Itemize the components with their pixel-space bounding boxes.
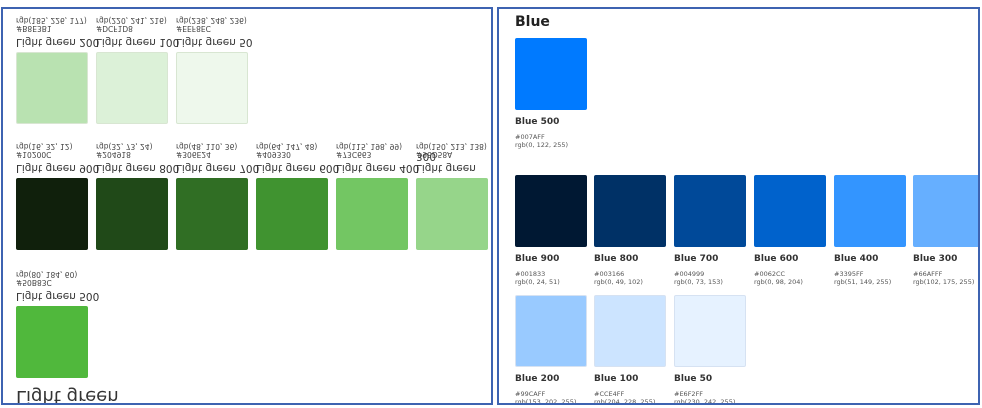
swatch-rgb: rgb(51, 149, 255): [834, 278, 892, 286]
swatch-blue-800[interactable]: [594, 175, 666, 247]
swatch-hex: #004999: [674, 270, 705, 278]
swatch-name: Light green 600: [256, 162, 340, 174]
swatch-rgb: rgb(238, 248, 236): [176, 16, 247, 25]
swatch-name: Blue 600: [754, 254, 799, 264]
swatch-blue-400[interactable]: [834, 175, 906, 247]
swatch-name: Light green 200: [16, 36, 100, 48]
swatch-hex: #73C663: [336, 150, 372, 159]
swatch-name: Blue 700: [674, 254, 719, 264]
swatch-rgb: rgb(0, 98, 204): [754, 278, 803, 286]
swatch-name: Light green 800: [96, 162, 180, 174]
swatch-blue-600[interactable]: [754, 175, 826, 247]
swatch-rgb: rgb(80, 184, 60): [16, 270, 78, 279]
swatch-light-green-200[interactable]: [16, 52, 88, 124]
swatch-rgb: rgb(0, 122, 255): [515, 141, 569, 149]
swatch-rgb: rgb(153, 202, 255): [515, 398, 577, 405]
swatch-light-green-800[interactable]: [96, 178, 168, 250]
swatch-hex: #96D58A: [416, 150, 453, 159]
swatch-hex: #DCF1D8: [96, 24, 133, 33]
swatch-light-green-600[interactable]: [256, 178, 328, 250]
swatch-rgb: rgb(64, 147, 48): [256, 142, 318, 151]
swatch-name: Blue 300: [913, 254, 958, 264]
swatch-hex: #66AFFF: [913, 270, 943, 278]
blue-palette-panel: Blue Blue 500 #007AFF rgb(0, 122, 255) B…: [497, 7, 980, 405]
swatch-hex: #3395FF: [834, 270, 864, 278]
swatch-rgb: rgb(102, 175, 255): [913, 278, 975, 286]
swatch-rgb: rgb(0, 73, 153): [674, 278, 723, 286]
swatch-blue-200[interactable]: [515, 295, 587, 367]
swatch-name: Blue 500: [515, 117, 560, 127]
swatch-light-green-700[interactable]: [176, 178, 248, 250]
group-title: Light green: [16, 386, 119, 405]
swatch-hex: #B8E3B1: [16, 24, 52, 33]
swatch-rgb: rgb(0, 24, 51): [515, 278, 560, 286]
swatch-hex: #001833: [515, 270, 546, 278]
swatch-name: Blue 900: [515, 254, 560, 264]
swatch-rgb: rgb(0, 49, 102): [594, 278, 643, 286]
swatch-hex: #306E24: [176, 150, 211, 159]
swatch-name: Light green 400: [336, 162, 420, 174]
swatch-light-green-50[interactable]: [176, 52, 248, 124]
swatch-blue-100[interactable]: [594, 295, 666, 367]
swatch-blue-50[interactable]: [674, 295, 746, 367]
swatch-rgb: rgb(204, 228, 255): [594, 398, 656, 405]
swatch-name: Light green 100: [96, 36, 180, 48]
swatch-rgb: rgb(220, 241, 216): [96, 16, 167, 25]
swatch-light-green-300[interactable]: [416, 178, 488, 250]
swatch-light-green-100[interactable]: [96, 52, 168, 124]
swatch-name: Blue 200: [515, 374, 560, 384]
swatch-hex: #204918: [96, 150, 131, 159]
light-green-flipped-canvas: Light green Light green 500 #50B83C rgb(…: [3, 9, 491, 403]
swatch-rgb: rgb(185, 226, 177): [16, 16, 87, 25]
swatch-light-green-900[interactable]: [16, 178, 88, 250]
swatch-hex: #0062CC: [754, 270, 786, 278]
swatch-hex: #007AFF: [515, 133, 545, 141]
swatch-hex: #CCE4FF: [594, 390, 625, 398]
swatch-name: Blue 400: [834, 254, 879, 264]
swatch-hex: #50B83C: [16, 278, 52, 287]
swatch-rgb: rgb(230, 242, 255): [674, 398, 736, 405]
swatch-rgb: rgb(48, 110, 36): [176, 142, 238, 151]
swatch-hex: #409330: [256, 150, 291, 159]
swatch-blue-900[interactable]: [515, 175, 587, 247]
swatch-blue-500[interactable]: [515, 38, 587, 110]
swatch-rgb: rgb(150, 213, 138): [416, 142, 487, 151]
swatch-hex: #99CAFF: [515, 390, 546, 398]
swatch-rgb: rgb(16, 32, 12): [16, 142, 73, 151]
group-title: Blue: [515, 14, 550, 30]
swatch-blue-700[interactable]: [674, 175, 746, 247]
swatch-rgb: rgb(32, 73, 24): [96, 142, 153, 151]
swatch-hex: #EEF8EC: [176, 24, 211, 33]
swatch-name: Light green 50: [176, 36, 253, 48]
swatch-rgb: rgb(115, 198, 99): [336, 142, 403, 151]
swatch-name: Blue 50: [674, 374, 713, 384]
swatch-blue-300[interactable]: [913, 175, 978, 247]
swatch-hex: #E6F2FF: [674, 390, 704, 398]
swatch-name: Light green 900: [16, 162, 100, 174]
swatch-light-green-400[interactable]: [336, 178, 408, 250]
swatch-name: Blue 800: [594, 254, 639, 264]
swatch-hex: #003166: [594, 270, 625, 278]
swatch-name: Light green 700: [176, 162, 260, 174]
swatch-hex: #10200C: [16, 150, 52, 159]
swatch-name: Blue 100: [594, 374, 639, 384]
swatch-light-green-500[interactable]: [16, 306, 88, 378]
swatch-name: Light green 500: [16, 290, 100, 302]
light-green-palette-panel: Light green Light green 500 #50B83C rgb(…: [1, 7, 493, 405]
